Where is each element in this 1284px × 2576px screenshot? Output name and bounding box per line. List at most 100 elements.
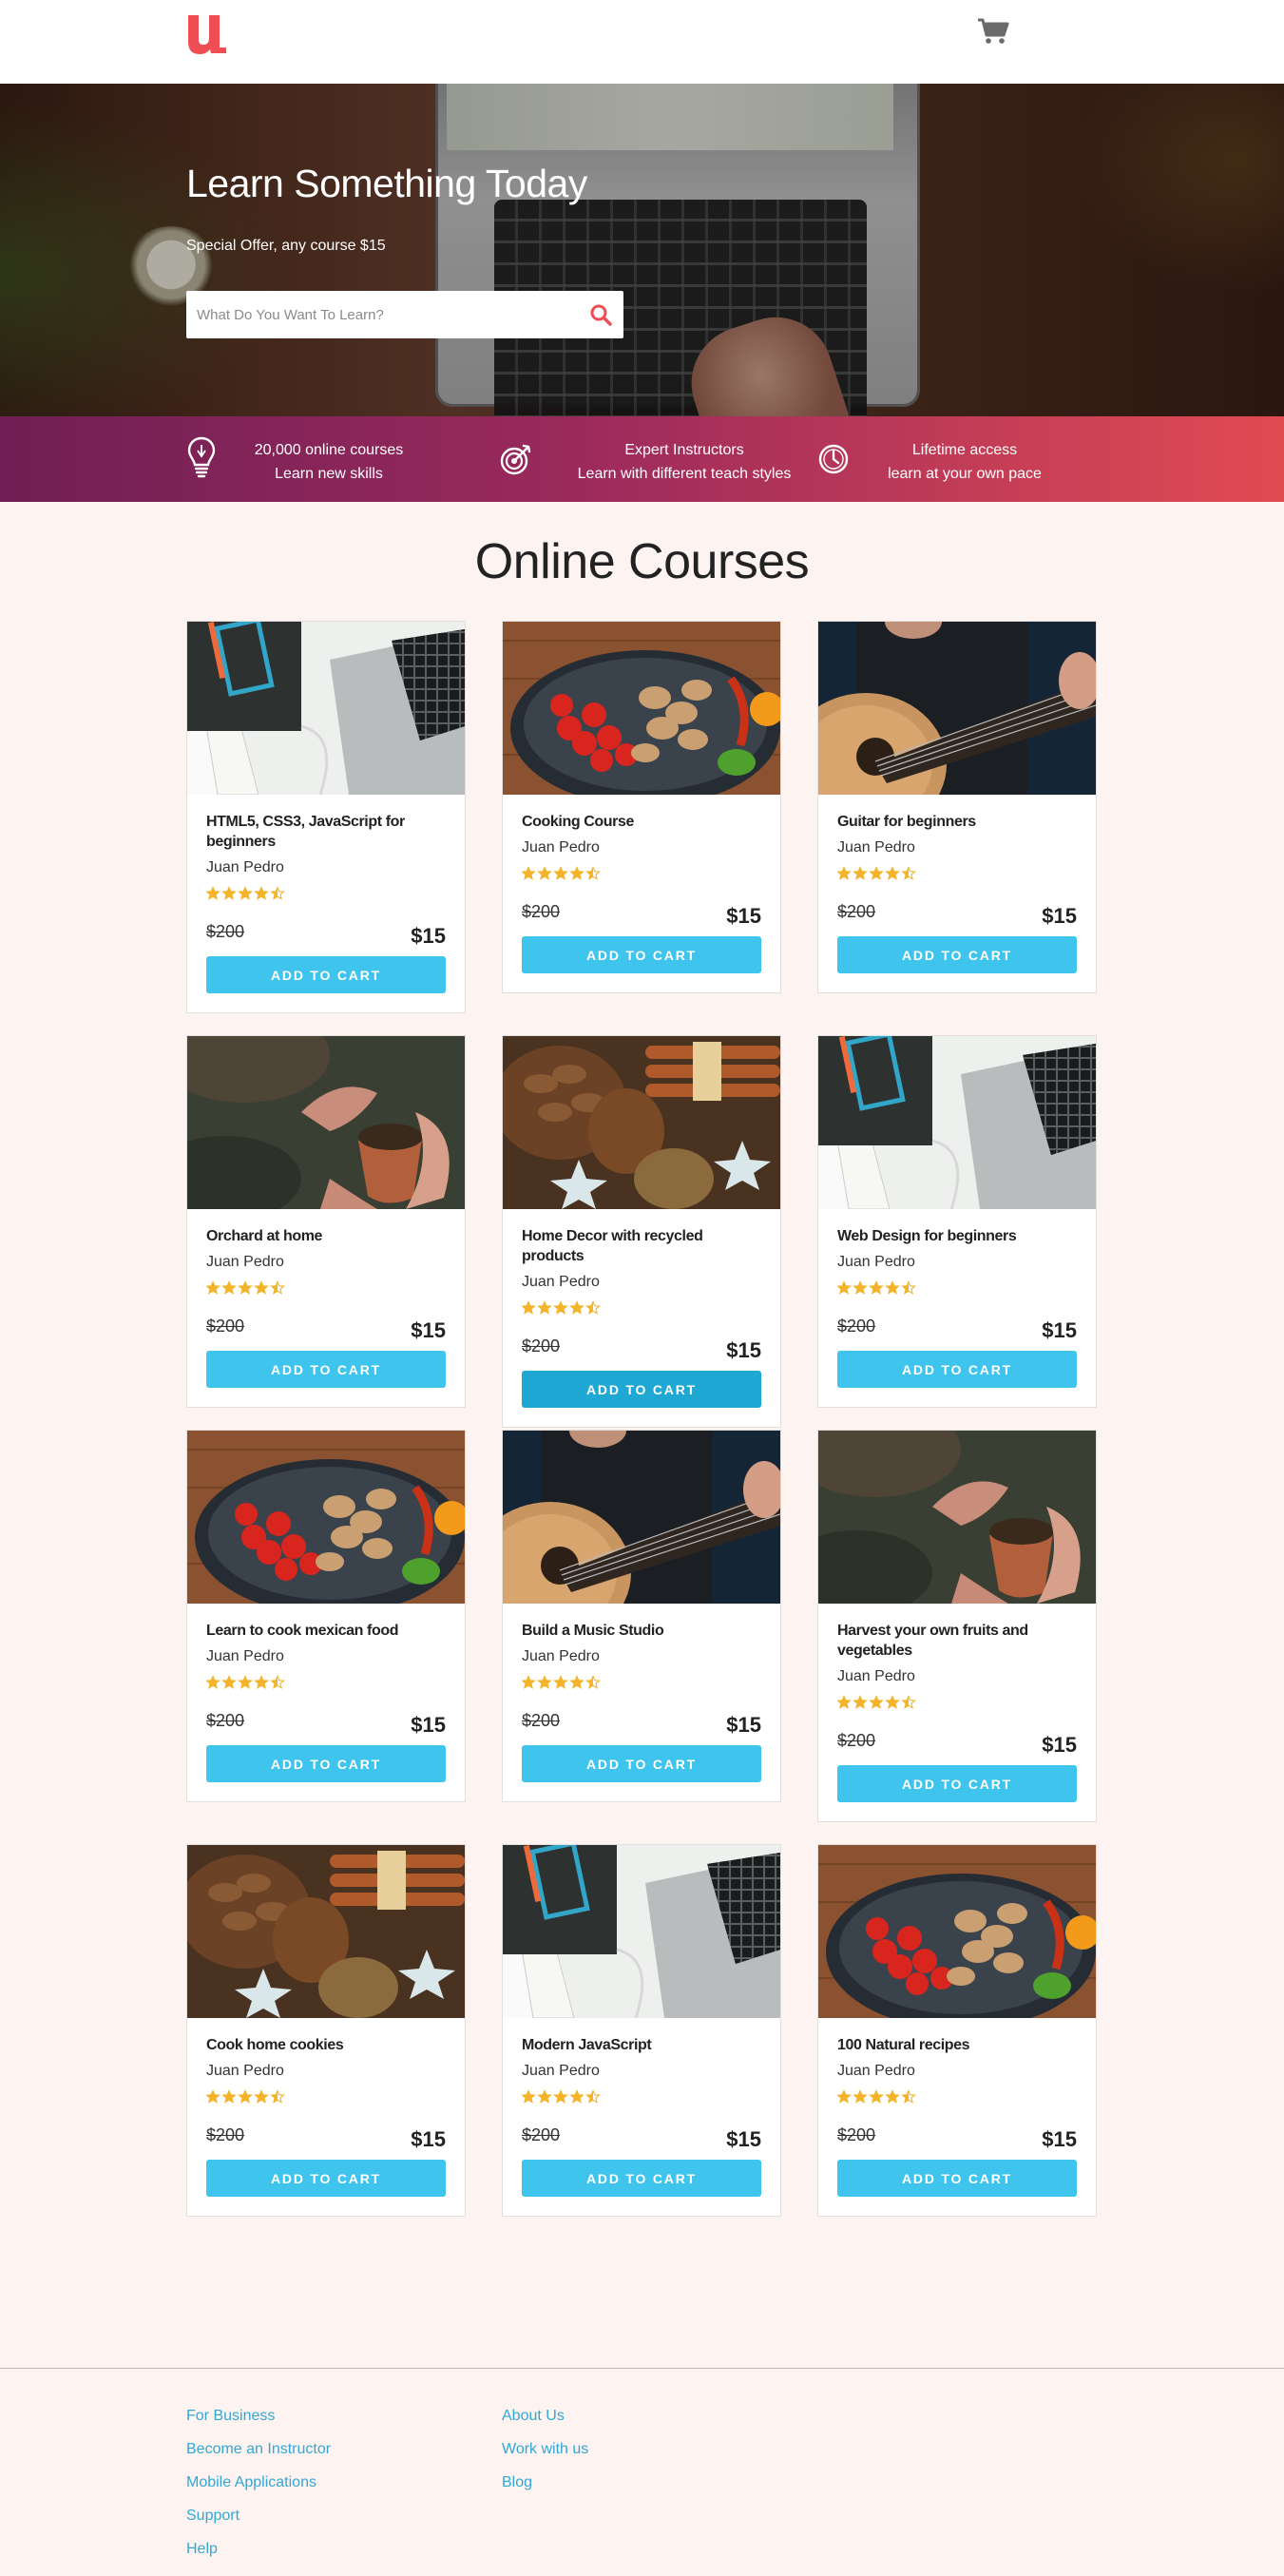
star-icon bbox=[255, 1676, 268, 1688]
course-prices: $200 $15 bbox=[522, 1705, 761, 1745]
course-card[interactable]: Orchard at home Juan Pedro $200 $15 ADD TO C… bbox=[186, 1035, 466, 1408]
footer-link-work-with-us[interactable]: Work with us bbox=[502, 2440, 588, 2473]
course-card[interactable]: Cooking Course Juan Pedro $200 $15 ADD TO CA… bbox=[502, 621, 781, 993]
course-card[interactable]: HTML5, CSS3, JavaScript for beginners Jua… bbox=[186, 621, 466, 1013]
course-thumbnail[interactable] bbox=[818, 1036, 1096, 1209]
add-to-cart-button[interactable]: ADD TO CART bbox=[837, 1351, 1077, 1388]
add-to-cart-button[interactable]: ADD TO CART bbox=[522, 1745, 761, 1782]
course-thumbnail[interactable] bbox=[818, 622, 1096, 795]
course-title[interactable]: Guitar for beginners bbox=[837, 812, 1077, 832]
footer-link-mobile-apps[interactable]: Mobile Applications bbox=[186, 2473, 331, 2507]
course-card[interactable]: Web Design for beginners Juan Pedro $200 $1… bbox=[817, 1035, 1097, 1408]
feature-lifetime: Lifetime access learn at your own pace bbox=[817, 416, 1097, 502]
course-author: Juan Pedro bbox=[837, 1668, 915, 1684]
star-icon bbox=[239, 2090, 252, 2103]
course-card[interactable]: Cook home cookies Juan Pedro $200 $15 ADD TO… bbox=[186, 1844, 466, 2217]
course-title[interactable]: Cook home cookies bbox=[206, 2035, 446, 2055]
hero-content: Learn Something Today Special Offer, any… bbox=[186, 84, 852, 416]
star-icon bbox=[853, 867, 867, 879]
course-title[interactable]: Modern JavaScript bbox=[522, 2035, 761, 2055]
course-card[interactable]: Learn to cook mexican food Juan Pedro $200… bbox=[186, 1430, 466, 1802]
hero-offer: Special Offer, any course $15 bbox=[186, 238, 386, 254]
star-icon bbox=[222, 2090, 236, 2103]
old-price: $200 bbox=[206, 922, 245, 941]
star-icon bbox=[853, 1281, 867, 1294]
feature-instructors-line1: Expert Instructors bbox=[624, 442, 744, 458]
add-to-cart-button[interactable]: ADD TO CART bbox=[206, 1745, 446, 1782]
star-icon bbox=[522, 1301, 535, 1314]
sale-price: $15 bbox=[1042, 1318, 1077, 1342]
course-thumbnail[interactable] bbox=[503, 622, 780, 795]
course-title[interactable]: Build a Music Studio bbox=[522, 1621, 761, 1641]
course-thumbnail[interactable] bbox=[187, 1845, 465, 2018]
course-card-body: Guitar for beginners Juan Pedro $200 $15 ADD… bbox=[818, 795, 1096, 992]
course-title[interactable]: Web Design for beginners bbox=[837, 1226, 1077, 1246]
star-icon bbox=[870, 1281, 883, 1294]
add-to-cart-button[interactable]: ADD TO CART bbox=[522, 1371, 761, 1408]
sale-price: $15 bbox=[411, 924, 446, 948]
add-to-cart-button[interactable]: ADD TO CART bbox=[206, 956, 446, 993]
course-card[interactable]: Build a Music Studio Juan Pedro $200 $15 ADD… bbox=[502, 1430, 781, 1802]
course-thumbnail[interactable] bbox=[503, 1845, 780, 2018]
add-to-cart-button[interactable]: ADD TO CART bbox=[522, 2160, 761, 2197]
course-card[interactable]: Home Decor with recycled products Juan Pe… bbox=[502, 1035, 781, 1428]
shopping-cart-icon[interactable] bbox=[977, 17, 1009, 46]
add-to-cart-button[interactable]: ADD TO CART bbox=[522, 936, 761, 973]
course-thumbnail[interactable] bbox=[503, 1036, 780, 1209]
course-title[interactable]: 100 Natural recipes bbox=[837, 2035, 1077, 2055]
course-card[interactable]: Harvest your own fruits and vegetables Ju… bbox=[817, 1430, 1097, 1822]
add-to-cart-button[interactable]: ADD TO CART bbox=[837, 2160, 1077, 2197]
footer-link-blog[interactable]: Blog bbox=[502, 2473, 588, 2507]
star-icon bbox=[554, 867, 567, 879]
course-card-body: Orchard at home Juan Pedro $200 $15 ADD TO C… bbox=[187, 1209, 465, 1407]
course-card-body: HTML5, CSS3, JavaScript for beginners Jua… bbox=[187, 795, 465, 1012]
course-card[interactable]: Guitar for beginners Juan Pedro $200 $15 ADD… bbox=[817, 621, 1097, 993]
course-thumbnail[interactable] bbox=[503, 1431, 780, 1604]
course-author: Juan Pedro bbox=[206, 2063, 284, 2079]
course-author: Juan Pedro bbox=[837, 1254, 915, 1270]
footer-link-support[interactable]: Support bbox=[186, 2507, 331, 2540]
footer-link-help[interactable]: Help bbox=[186, 2540, 331, 2573]
course-thumbnail[interactable] bbox=[818, 1845, 1096, 2018]
course-title[interactable]: Learn to cook mexican food bbox=[206, 1621, 446, 1641]
footer-link-for-business[interactable]: For Business bbox=[186, 2407, 331, 2440]
course-title[interactable]: HTML5, CSS3, JavaScript for beginners bbox=[206, 812, 446, 852]
star-rating bbox=[521, 1300, 601, 1315]
sale-price: $15 bbox=[411, 2127, 446, 2151]
star-rating bbox=[836, 2089, 916, 2104]
course-thumbnail[interactable] bbox=[187, 1036, 465, 1209]
star-icon bbox=[522, 1676, 535, 1688]
add-to-cart-button[interactable]: ADD TO CART bbox=[206, 1351, 446, 1388]
star-rating bbox=[205, 886, 285, 900]
footer-link-become-instructor[interactable]: Become an Instructor bbox=[186, 2440, 331, 2473]
courses-section: Online Courses HTML5, CSS3, JavaScript f… bbox=[0, 502, 1284, 2368]
course-title[interactable]: Home Decor with recycled products bbox=[522, 1226, 761, 1266]
target-icon bbox=[500, 444, 531, 475]
feature-courses-line1: 20,000 online courses bbox=[254, 442, 404, 458]
star-rating bbox=[521, 2089, 601, 2104]
star-rating bbox=[836, 1695, 916, 1709]
clock-icon bbox=[818, 444, 849, 474]
course-thumbnail[interactable] bbox=[187, 622, 465, 795]
add-to-cart-button[interactable]: ADD TO CART bbox=[837, 1765, 1077, 1802]
hero-banner: Learn Something Today Special Offer, any… bbox=[0, 84, 1284, 416]
star-icon bbox=[522, 2090, 535, 2103]
course-thumbnail[interactable] bbox=[818, 1431, 1096, 1604]
course-title[interactable]: Harvest your own fruits and vegetables bbox=[837, 1621, 1077, 1661]
course-thumbnail[interactable] bbox=[187, 1431, 465, 1604]
logo-icon[interactable] bbox=[186, 13, 228, 55]
add-to-cart-button[interactable]: ADD TO CART bbox=[206, 2160, 446, 2197]
course-card[interactable]: 100 Natural recipes Juan Pedro $200 $15 ADD … bbox=[817, 1844, 1097, 2217]
add-to-cart-button[interactable]: ADD TO CART bbox=[837, 936, 1077, 973]
feature-instructors: Expert Instructors Learn with different … bbox=[500, 416, 814, 502]
course-prices: $200 $15 bbox=[206, 1705, 446, 1745]
course-card-body: Cook home cookies Juan Pedro $200 $15 ADD TO… bbox=[187, 2018, 465, 2216]
search-input[interactable] bbox=[186, 291, 566, 338]
star-icon bbox=[870, 2090, 883, 2103]
search-icon[interactable] bbox=[589, 303, 612, 326]
star-icon bbox=[538, 2090, 551, 2103]
course-title[interactable]: Orchard at home bbox=[206, 1226, 446, 1246]
course-title[interactable]: Cooking Course bbox=[522, 812, 761, 832]
course-card[interactable]: Modern JavaScript Juan Pedro $200 $15 ADD TO… bbox=[502, 1844, 781, 2217]
footer-link-about-us[interactable]: About Us bbox=[502, 2407, 588, 2440]
